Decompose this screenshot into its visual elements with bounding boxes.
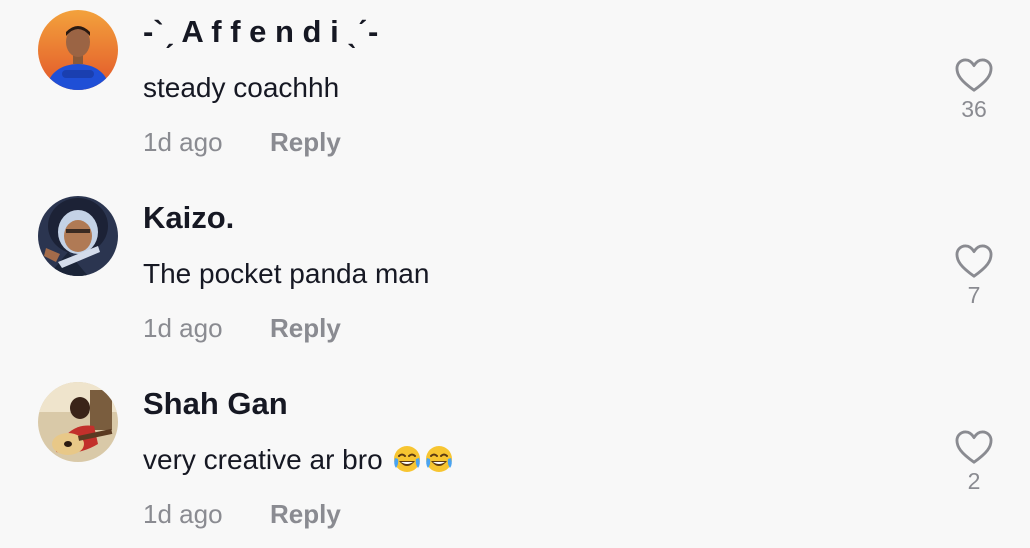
face-with-tears-of-joy-icon bbox=[392, 444, 422, 474]
comment-username[interactable]: -`ˏ A f f e n d i ˎˊ- bbox=[143, 12, 378, 52]
comment-text: steady coachhh bbox=[143, 72, 340, 103]
heart-outline-icon bbox=[955, 58, 993, 92]
like-button[interactable]: 36 bbox=[950, 58, 998, 124]
reply-button[interactable]: Reply bbox=[270, 122, 341, 162]
like-count: 2 bbox=[967, 468, 981, 494]
like-count: 36 bbox=[961, 96, 987, 122]
avatar-image bbox=[38, 10, 118, 90]
like-button[interactable]: 7 bbox=[950, 244, 998, 310]
avatar-image bbox=[38, 382, 118, 462]
reply-button[interactable]: Reply bbox=[270, 308, 341, 348]
comment-timestamp: 1d ago bbox=[143, 127, 223, 157]
comment-username[interactable]: Kaizo. bbox=[143, 198, 234, 238]
face-with-tears-of-joy-icon bbox=[424, 444, 454, 474]
comment-item: Shah Gan very creative ar bro 1d ago Rep… bbox=[0, 372, 1030, 548]
avatar[interactable] bbox=[38, 196, 118, 276]
comment-item: Kaizo. The pocket panda man 1d ago Reply… bbox=[0, 186, 1030, 372]
avatar-image bbox=[38, 196, 118, 276]
avatar[interactable] bbox=[38, 382, 118, 462]
comment-timestamp: 1d ago bbox=[143, 313, 223, 343]
avatar[interactable] bbox=[38, 10, 118, 90]
like-count: 7 bbox=[967, 282, 981, 308]
like-button[interactable]: 2 bbox=[950, 430, 998, 496]
heart-outline-icon bbox=[955, 244, 993, 278]
comment-text: very creative ar bro bbox=[143, 440, 454, 480]
comment-list: -`ˏ A f f e n d i ˎˊ- steady coachhh 1d … bbox=[0, 0, 1030, 548]
reply-button[interactable]: Reply bbox=[270, 494, 341, 534]
comment-timestamp: 1d ago bbox=[143, 499, 223, 529]
heart-outline-icon bbox=[955, 430, 993, 464]
comment-text-body: very creative ar bro bbox=[143, 444, 383, 475]
comment-text: The pocket panda man bbox=[143, 258, 430, 289]
comment-username[interactable]: Shah Gan bbox=[143, 384, 288, 424]
comment-item: -`ˏ A f f e n d i ˎˊ- steady coachhh 1d … bbox=[0, 0, 1030, 186]
